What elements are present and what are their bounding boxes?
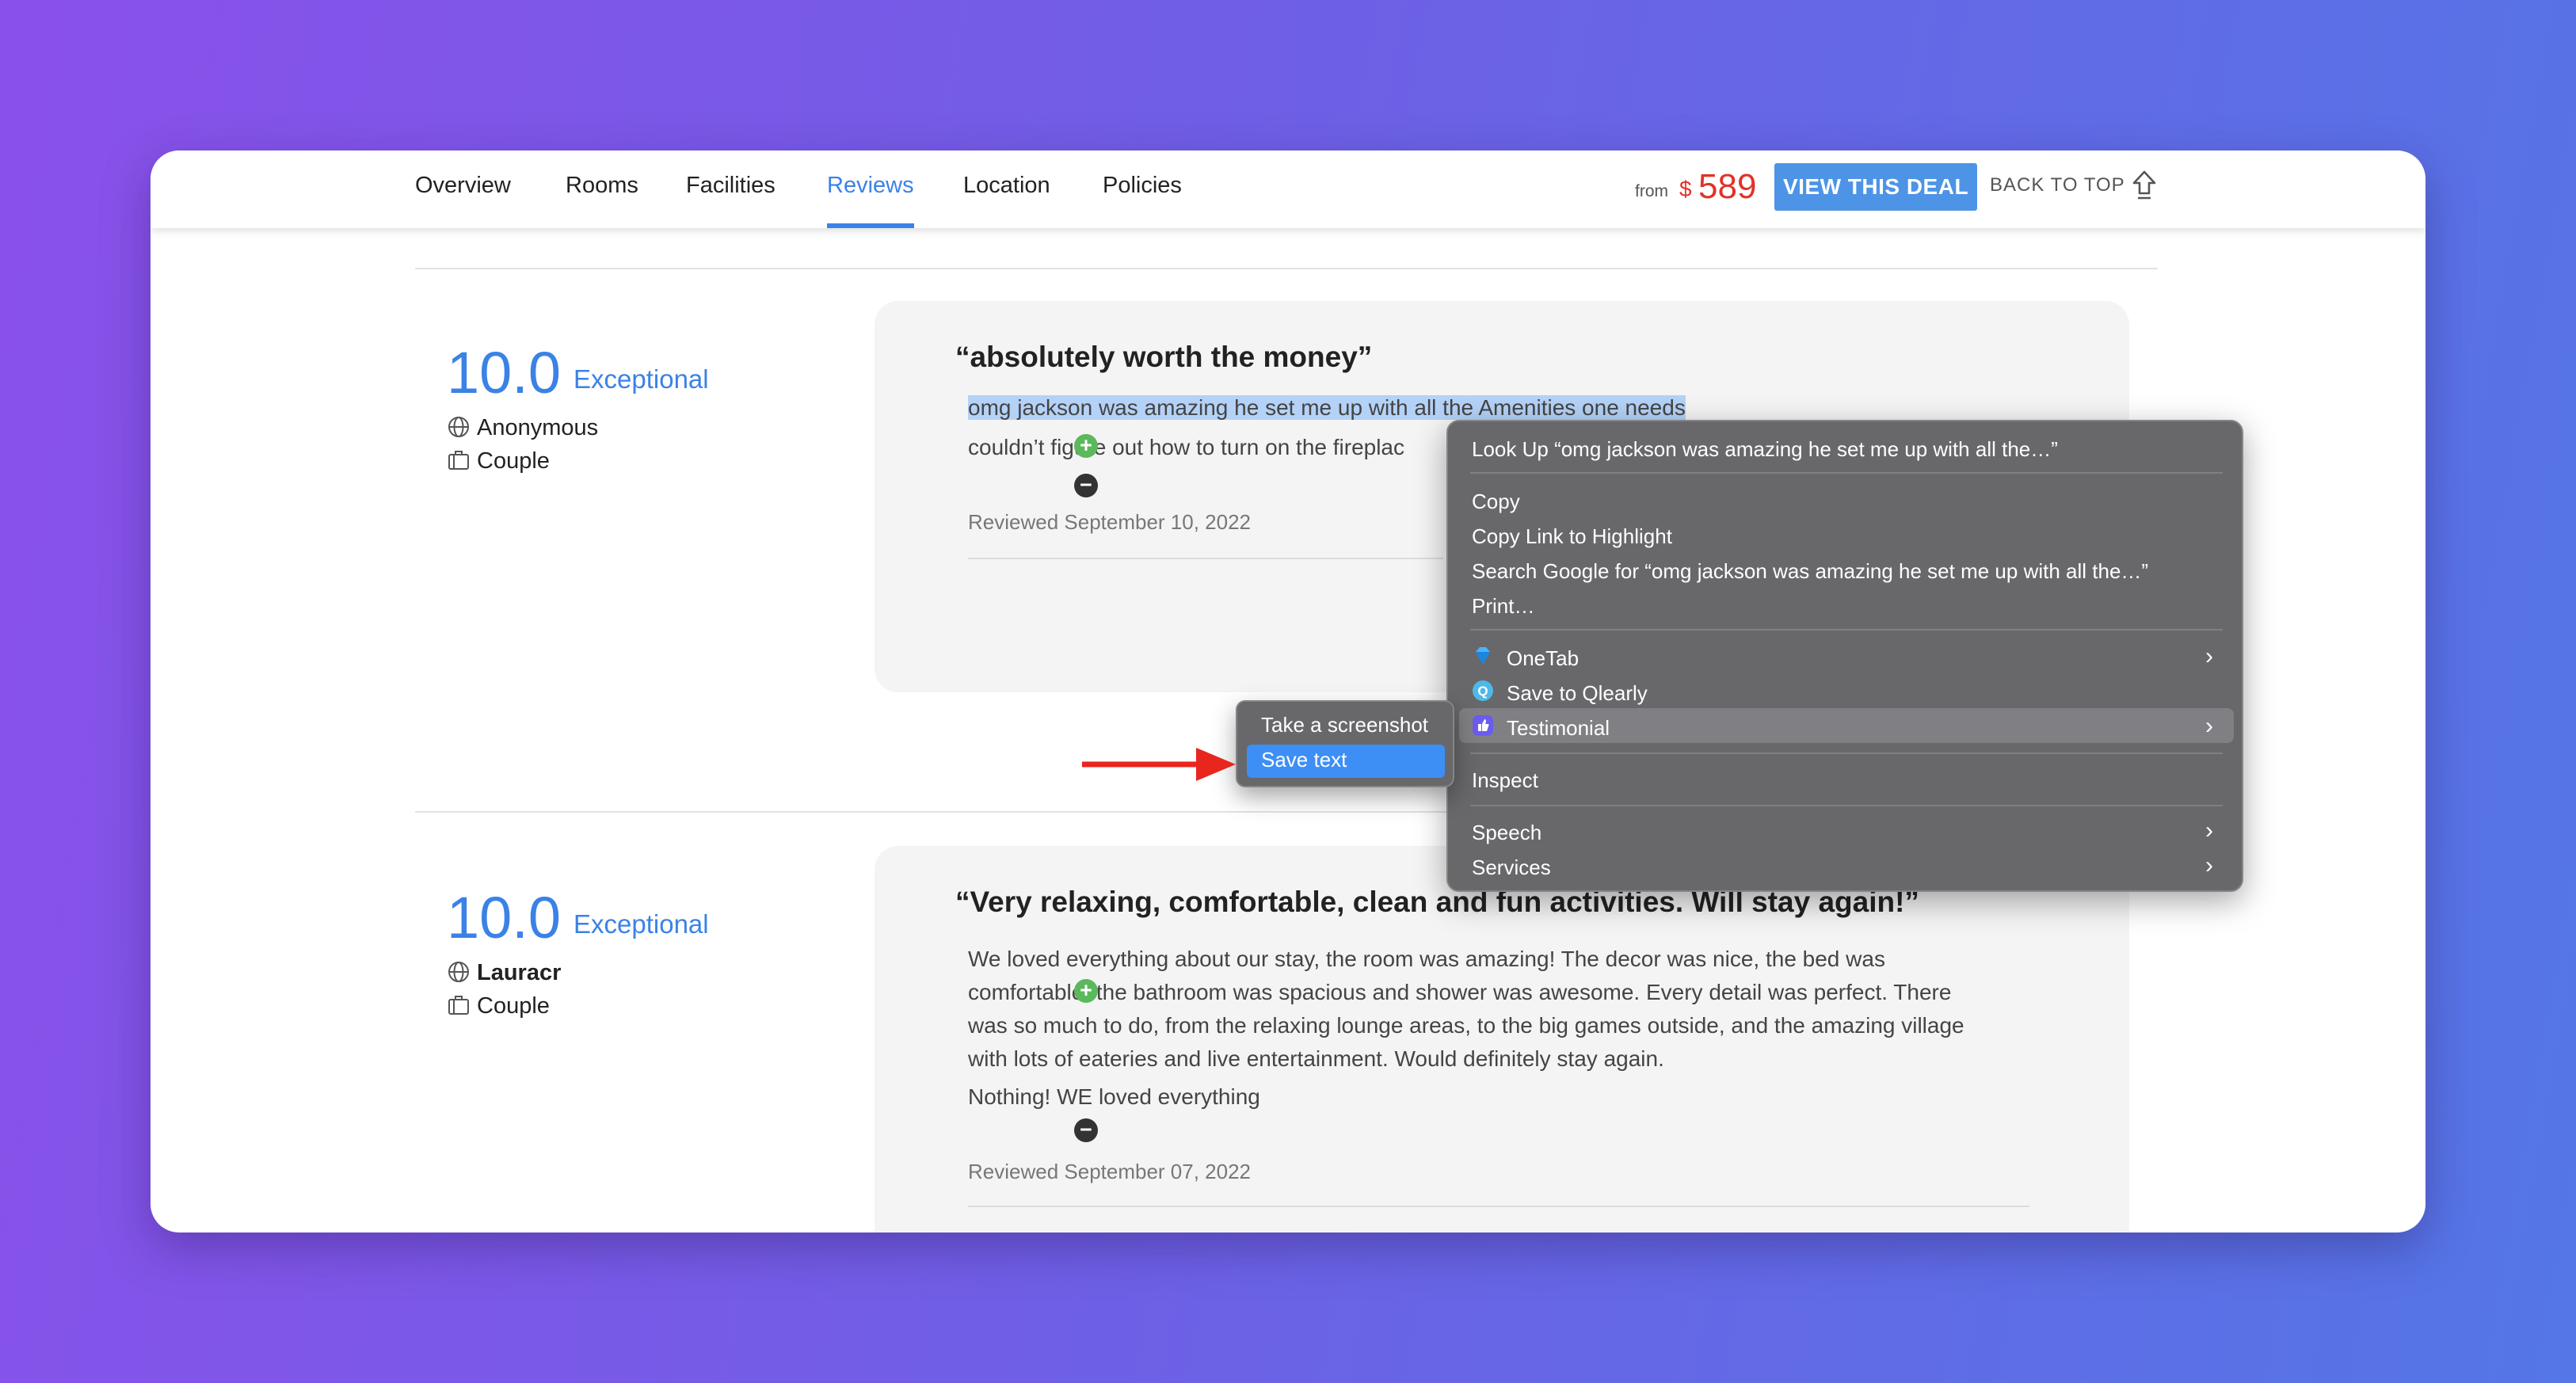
chevron-right-icon: › — [2205, 852, 2213, 878]
arrow-up-icon[interactable] — [2131, 170, 2158, 201]
menu-item-onetab[interactable]: OneTab — [1507, 646, 1579, 671]
tab-location[interactable]: Location — [963, 173, 1050, 228]
review-date: Reviewed September 10, 2022 — [968, 510, 1252, 534]
globe-icon — [448, 417, 469, 437]
menu-item-copy[interactable]: Copy — [1472, 490, 1520, 514]
section-divider — [415, 268, 2158, 269]
price-value: 589 — [1698, 167, 1757, 206]
review-negative-text: Nothing! WE loved everything — [968, 1084, 1260, 1109]
suitcase-icon — [448, 451, 469, 470]
review-divider — [968, 558, 1443, 559]
review-line: with lots of eateries and live entertain… — [968, 1046, 1664, 1071]
menu-item-look-up[interactable]: Look Up “omg jackson was amazing he set … — [1472, 437, 2058, 462]
menu-separator — [1470, 752, 2223, 754]
view-deal-button[interactable]: VIEW THIS DEAL — [1774, 163, 1977, 211]
diamond-icon — [1476, 647, 1490, 665]
review-author: Lauracr — [477, 960, 562, 985]
menu-item-save-text[interactable]: Save text — [1261, 748, 1347, 772]
qlearly-icon: Q — [1473, 680, 1493, 701]
menu-item-inspect[interactable]: Inspect — [1472, 768, 1538, 793]
context-menu: Look Up “omg jackson was amazing he set … — [1446, 420, 2243, 892]
review-traveler-type: Couple — [477, 448, 550, 474]
review-score: 10.0 — [447, 885, 562, 951]
testimonial-submenu: Take a screenshot Save text — [1236, 700, 1454, 787]
plus-icon: + — [1074, 979, 1098, 1003]
review-positive-text: We loved everything about our stay, the … — [968, 943, 1964, 1076]
tab-policies[interactable]: Policies — [1103, 173, 1182, 228]
menu-item-print[interactable]: Print… — [1472, 594, 1534, 619]
review-line: comfortable, the bathroom was spacious a… — [968, 980, 1952, 1004]
annotation-arrow-icon — [1082, 748, 1236, 781]
review-line: was so much to do, from the relaxing lou… — [968, 1013, 1964, 1038]
menu-item-take-screenshot[interactable]: Take a screenshot — [1261, 713, 1428, 737]
review-score-word: Exceptional — [574, 909, 709, 939]
price-currency: $ — [1679, 177, 1692, 201]
svg-text:Q: Q — [1477, 684, 1488, 699]
menu-item-save-qlearly[interactable]: Save to Qlearly — [1507, 681, 1648, 706]
tab-overview[interactable]: Overview — [415, 173, 511, 228]
review-line: We loved everything about our stay, the … — [968, 947, 1885, 971]
menu-item-speech[interactable]: Speech — [1472, 821, 1541, 845]
minus-icon: − — [1074, 1118, 1098, 1142]
review-negative-text: couldn’t figure out how to turn on the f… — [968, 435, 1405, 459]
menu-separator — [1470, 805, 2223, 806]
plus-icon: + — [1074, 434, 1098, 458]
review-title: “absolutely worth the money” — [955, 341, 1373, 373]
menu-separator — [1470, 629, 2223, 631]
testimonial-icon — [1473, 715, 1493, 736]
menu-item-copy-link[interactable]: Copy Link to Highlight — [1472, 524, 1672, 549]
price-from-label: from — [1635, 182, 1668, 200]
minus-icon: − — [1074, 474, 1098, 497]
review-traveler-type: Couple — [477, 993, 550, 1019]
chevron-right-icon: › — [2205, 643, 2213, 669]
menu-item-services[interactable]: Services — [1472, 855, 1551, 880]
tab-reviews[interactable]: Reviews — [827, 173, 914, 228]
review-date: Reviewed September 07, 2022 — [968, 1160, 1252, 1183]
review-score-word: Exceptional — [574, 364, 709, 394]
menu-item-testimonial[interactable]: Testimonial — [1507, 716, 1610, 741]
tab-rooms[interactable]: Rooms — [566, 173, 638, 228]
chevron-right-icon: › — [2205, 817, 2213, 844]
review-author: Anonymous — [477, 415, 599, 440]
menu-item-search-google[interactable]: Search Google for “omg jackson was amazi… — [1472, 559, 2148, 584]
tab-facilities[interactable]: Facilities — [686, 173, 775, 228]
suitcase-icon — [448, 996, 469, 1015]
hotel-nav-bar: Overview Rooms Facilities Reviews Locati… — [151, 150, 2425, 228]
selected-text[interactable]: omg jackson was amazing he set me up wit… — [968, 395, 1686, 420]
chevron-right-icon: › — [2205, 713, 2213, 739]
review-divider — [968, 1206, 2029, 1207]
back-to-top-link[interactable]: BACK TO TOP — [1990, 174, 2125, 196]
menu-separator — [1470, 472, 2223, 474]
review-score: 10.0 — [447, 340, 562, 406]
review-card: “Very relaxing, comfortable, clean and f… — [875, 846, 2129, 1233]
globe-icon — [448, 962, 469, 982]
